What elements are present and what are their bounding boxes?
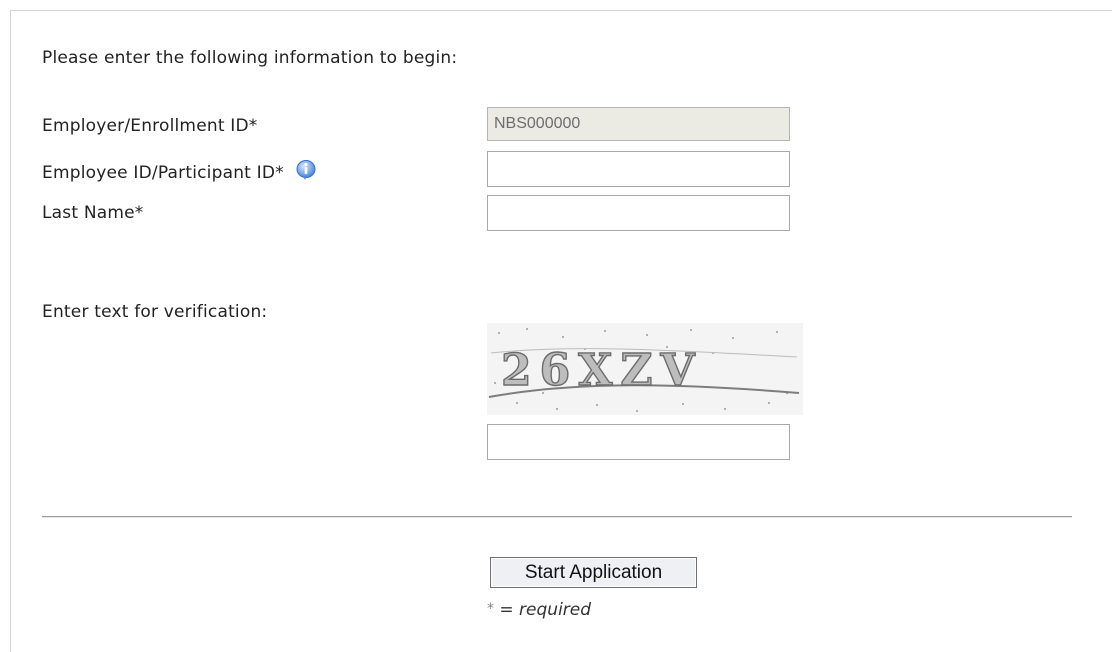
required-text: = required <box>494 600 592 620</box>
verification-label: Enter text for verification: <box>42 302 268 322</box>
employee-id-label: Employee ID/Participant ID* <box>42 163 284 183</box>
employer-id-label: Employer/Enrollment ID* <box>42 116 258 136</box>
employer-id-field <box>487 107 790 141</box>
captcha-text: 26XZV <box>501 345 703 396</box>
employee-id-label-row: Employee ID/Participant ID* <box>42 159 317 186</box>
captcha-field[interactable] <box>487 424 790 460</box>
last-name-label: Last Name* <box>42 203 144 223</box>
required-star: * <box>487 601 494 617</box>
start-application-button[interactable]: Start Application <box>490 557 697 588</box>
captcha-image: 26XZV <box>487 323 803 415</box>
required-note: * = required <box>487 600 591 620</box>
form-intro: Please enter the following information t… <box>42 48 458 68</box>
last-name-field[interactable] <box>487 195 790 231</box>
divider <box>42 516 1072 518</box>
employee-id-field[interactable] <box>487 151 790 187</box>
info-icon[interactable] <box>295 159 317 186</box>
